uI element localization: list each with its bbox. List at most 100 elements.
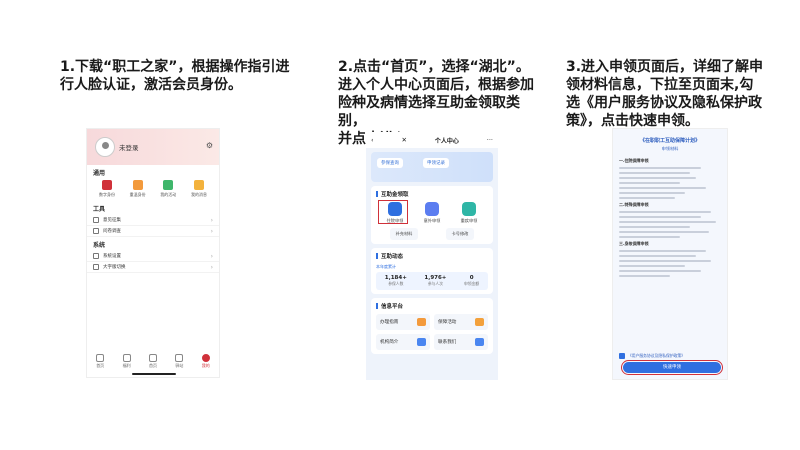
common-item-review[interactable]: 重温身份 [126,180,150,198]
common-item-messages[interactable]: 我的消息 [187,180,211,198]
agreement-row[interactable]: 《用户服务协议及隐私保护政策》 [619,353,685,359]
cloud-icon [475,318,484,326]
home-icon [96,354,105,362]
insurance-query-button[interactable]: 参保查询 [377,158,403,168]
login-status[interactable]: 未登录 [119,142,139,152]
building-icon [148,354,157,362]
common-grid: 数字身份 重温身份 我的活动 我的消息 [87,179,219,201]
agreement-checkbox[interactable] [619,353,625,359]
settings-icon [93,253,99,259]
tab-label: 福利 [122,363,131,368]
chevron-right-icon: › [210,227,213,235]
tab-label: 驿站 [175,363,184,368]
font-size-icon [93,264,99,270]
dynamic-card: 互助动态 本年度累计 1,184+ 参保人数 1,976+ 参与人次 0 申领金额 [371,248,493,294]
avatar[interactable] [95,137,115,157]
apply-label: 重疾申领 [460,218,478,223]
tab-main[interactable]: 首页 [143,354,163,369]
stat-label: 申领金额 [464,281,480,286]
page-title: 个人中心 [434,137,459,145]
common-item-label: 我的消息 [190,192,207,197]
platform-label: 办理指南 [380,320,399,325]
tab-label: 首页 [148,363,157,368]
more-icon[interactable]: ··· [487,136,493,144]
chevron-right-icon: › [210,263,213,271]
tab-label: 我的 [201,363,210,368]
stat-label: 参与人次 [427,281,443,286]
common-item-activity[interactable]: 我的活动 [156,180,180,198]
user-icon [201,354,210,362]
system-row-settings[interactable]: 系统设置 › [87,251,219,262]
medical-icon [462,202,476,216]
doc-heading: 一.住院保障申领 [619,158,649,163]
hospital-apply-button[interactable]: 住院申领 [378,200,410,224]
guide-icon [417,318,426,326]
claim-record-button[interactable]: 申领记录 [423,158,449,168]
platform-label: 联系我们 [438,340,457,345]
stat-participants: 1,976+ 参与人次 [424,275,446,287]
chevron-right-icon: › [210,252,213,260]
section-common-title: 通用 [93,170,106,177]
tool-row-feedback[interactable]: 意见征集 › [87,215,219,226]
quick-apply-button[interactable]: 快速申领 [621,360,723,375]
common-item-label: 数字身份 [99,192,115,197]
card-number-edit-button[interactable]: 卡号修改 [445,228,475,240]
step-3-caption: 3.进入申领页面后，详细了解申 领材料信息，下拉至页面末,勾 选《用户服务协议及… [566,59,764,129]
platform-label: 保障活动 [438,320,457,325]
gear-icon[interactable]: ⚙ [206,141,213,150]
feedback-icon [93,217,99,223]
row-label: 问卷调查 [103,229,121,234]
shield-icon [425,202,439,216]
tab-welfare[interactable]: 福利 [117,354,137,369]
stat-insured: 1,184+ 参保人数 [385,275,407,287]
apply-label: 意外申领 [423,218,441,223]
phone-screenshot-materials: 《在职职工互助保障计划》 申领材料 一.住院保障申领 二.特殊保障申领 三.身故… [612,128,728,380]
activity-button[interactable]: 保障活动 [434,314,488,330]
review-icon [132,180,143,190]
back-icon[interactable]: ‹ [371,136,374,144]
stats-caption: 本年度累计 [376,264,396,269]
guide-button[interactable]: 办理指南 [376,314,430,330]
tab-station[interactable]: 驿站 [169,354,189,369]
system-row-large-font[interactable]: 大字版切换 › [87,262,219,273]
tab-label: 首页 [96,363,105,368]
contact-button[interactable]: 联系我们 [434,334,488,350]
doc-title: 《在职职工互助保障计划》 [639,138,700,144]
stat-amount: 0 申领金额 [464,275,479,287]
id-icon [102,180,112,190]
doc-heading: 三.身故保障申领 [619,241,649,246]
critical-illness-apply-button[interactable]: 重疾申领 [454,202,484,224]
chevron-right-icon: › [210,216,213,224]
step-1-caption: 1.下载“职工之家”，根据操作指引进 行人脸认证，激活会员身份。 [60,59,290,93]
welfare-icon [122,354,131,362]
tab-home[interactable]: 首页 [90,354,110,369]
message-icon [193,180,204,190]
station-icon [175,354,184,362]
tool-row-survey[interactable]: 问卷调查 › [87,226,219,237]
doc-heading: 二.特殊保障申领 [619,202,649,207]
row-label: 大字版切换 [103,265,126,270]
stat-label: 参保人数 [388,281,404,286]
section-tools-title: 工具 [93,206,106,213]
apply-section-title: 互助金领取 [376,190,488,198]
profile-header: 未登录 ⚙ [87,129,219,165]
doc-subtitle: 申领材料 [661,146,679,151]
chat-icon [475,338,484,346]
supplement-material-button[interactable]: 补充材料 [389,228,419,240]
highlight-box [378,200,408,224]
phone-screenshot-personal-center: ‹ ✕ 个人中心 ··· 参保查询 申领记录 互助金领取 住院申领 意外申领 重… [366,132,498,380]
close-icon[interactable]: ✕ [402,136,407,144]
activity-icon [163,180,174,190]
apply-card: 互助金领取 住院申领 意外申领 重疾申领 补充材料 卡号修改 [371,186,493,244]
phone-screenshot-profile: 未登录 ⚙ 通用 数字身份 重温身份 我的活动 我的消息 工具 意见征集 › 问卷… [86,128,220,378]
common-item-digital-id[interactable]: 数字身份 [95,180,119,198]
bottom-tab-bar: 首页 福利 首页 驿站 我的 [87,354,219,369]
banner: 参保查询 申领记录 [371,152,493,182]
row-label: 意见征集 [103,218,121,223]
agreement-link[interactable]: 《用户服务协议及隐私保护政策》 [628,353,685,359]
org-intro-button[interactable]: 机构简介 [376,334,430,350]
accident-apply-button[interactable]: 意外申领 [417,202,447,224]
tab-mine[interactable]: 我的 [196,354,216,369]
home-indicator [132,373,176,375]
common-item-label: 我的活动 [160,192,177,197]
